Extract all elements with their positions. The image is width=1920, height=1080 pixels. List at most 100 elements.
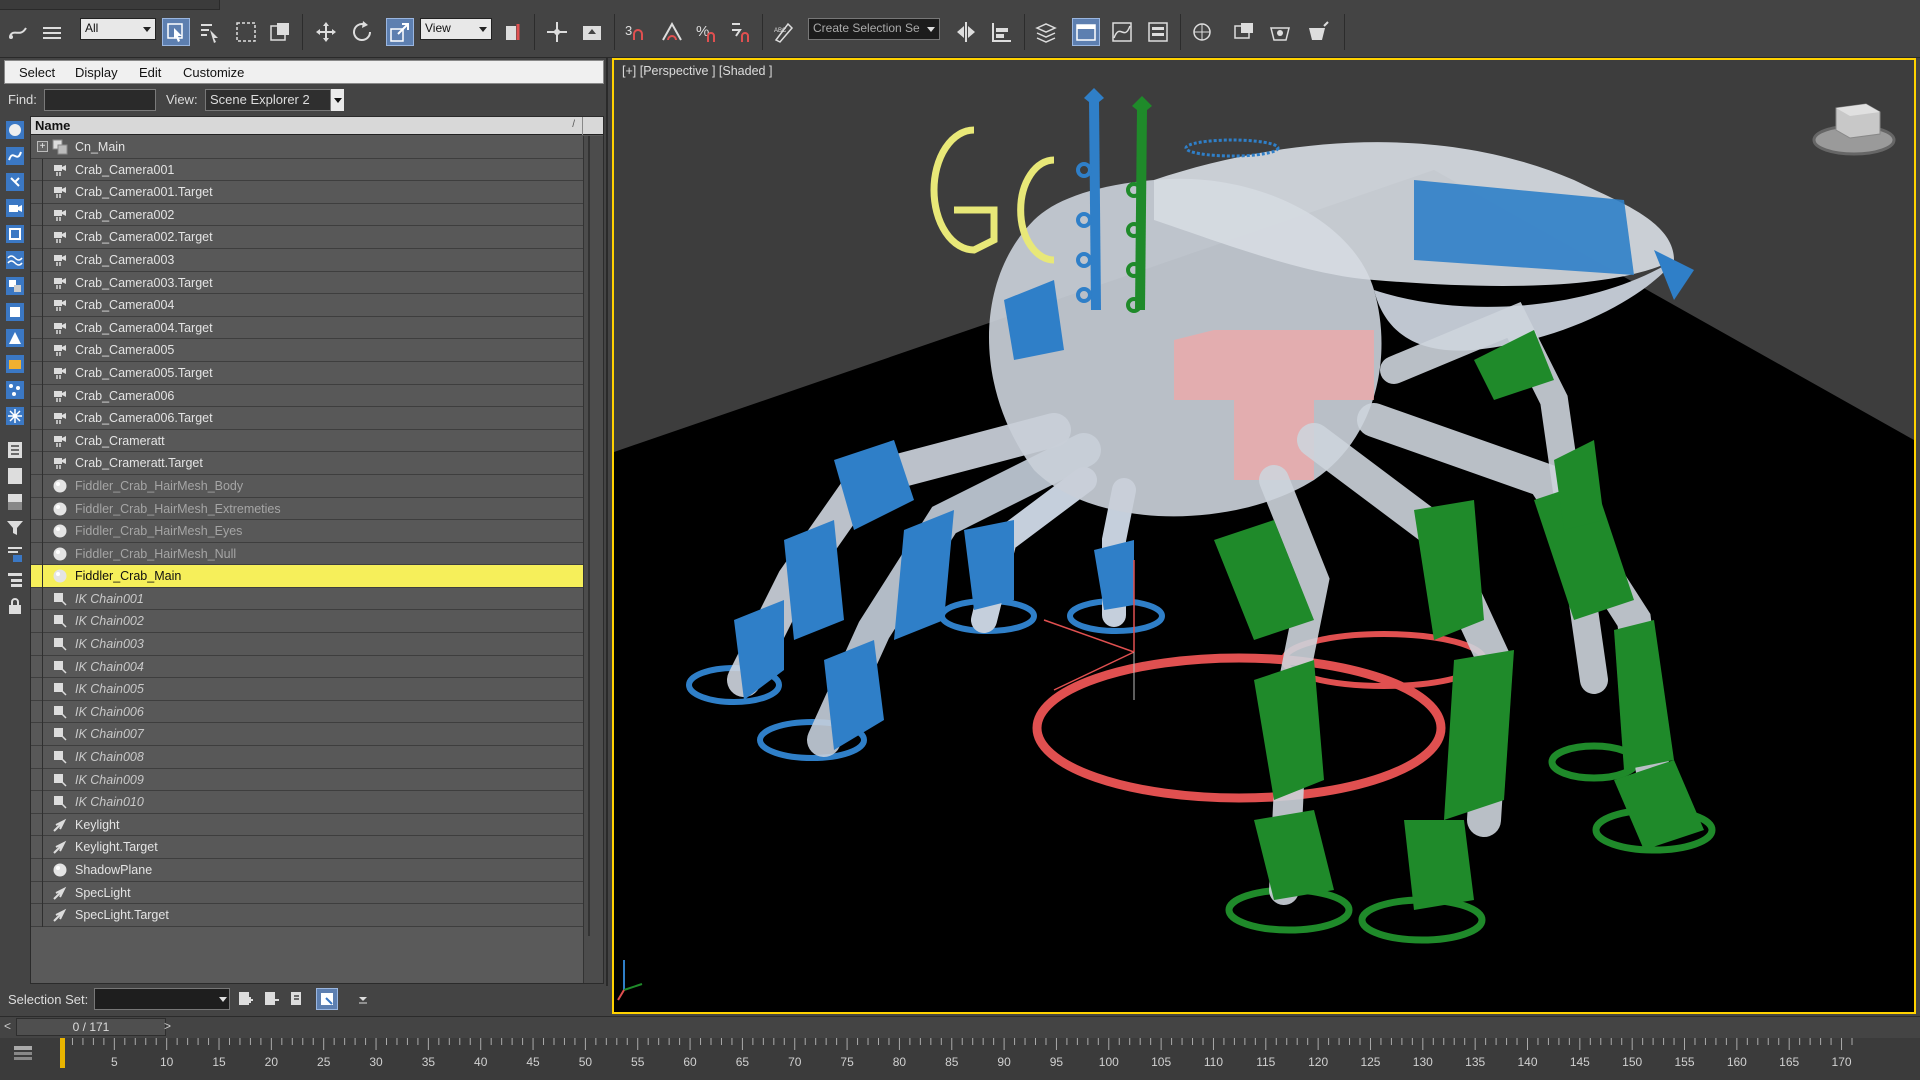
table-row[interactable]: + Cn_Main <box>31 136 584 159</box>
table-row[interactable]: SpecLight <box>31 881 584 905</box>
display-xrefs-icon[interactable] <box>3 300 27 324</box>
expand-toggle-icon[interactable]: + <box>37 141 48 152</box>
snaps-toggle-icon[interactable]: 3 <box>622 18 650 46</box>
selection-filter-select[interactable]: All <box>80 18 156 40</box>
display-space-warps-icon[interactable] <box>3 248 27 272</box>
window-crossing-icon[interactable] <box>266 18 294 46</box>
material-editor-icon[interactable] <box>1188 18 1216 46</box>
table-row[interactable]: ShadowPlane <box>31 859 584 882</box>
filter-icon[interactable] <box>3 516 27 540</box>
table-row[interactable]: Crab_Camera004 <box>31 294 584 318</box>
table-row[interactable]: Crab_Camera005 <box>31 339 584 363</box>
table-row[interactable]: IK Chain010 <box>31 791 584 815</box>
display-containers-icon[interactable] <box>3 352 27 376</box>
table-row[interactable]: IK Chain001 <box>31 587 584 611</box>
table-row[interactable]: IK Chain009 <box>31 768 584 792</box>
table-row[interactable]: Fiddler_Crab_Main <box>31 565 584 589</box>
selection-set-select[interactable] <box>94 988 230 1010</box>
move-icon[interactable] <box>312 18 340 46</box>
display-shapes-icon[interactable] <box>3 144 27 168</box>
table-row[interactable]: Fiddler_Crab_HairMesh_Body <box>31 474 584 498</box>
select-object-icon[interactable] <box>162 18 190 46</box>
display-bones-icon[interactable] <box>3 326 27 350</box>
angle-snap-icon[interactable] <box>658 18 686 46</box>
rendered-frame-window-icon[interactable] <box>1266 18 1294 46</box>
select-from-set-icon[interactable] <box>286 988 308 1010</box>
table-row[interactable]: Fiddler_Crab_HairMesh_Null <box>31 542 584 566</box>
keyboard-shortcut-override-icon[interactable] <box>578 18 606 46</box>
table-row[interactable]: SpecLight.Target <box>31 904 584 928</box>
named-selection-select[interactable]: Create Selection Se <box>808 18 940 40</box>
scale-icon[interactable] <box>386 18 414 46</box>
table-row[interactable]: Crab_Camera003 <box>31 248 584 272</box>
scene-explorer-toggle-icon[interactable] <box>1072 18 1100 46</box>
menu-display[interactable]: Display <box>75 65 118 80</box>
viewport-label[interactable]: [+] [Perspective ] [Shaded ] <box>622 64 772 78</box>
explorer-view-select[interactable]: Scene Explorer 2 <box>205 89 344 111</box>
track-bar[interactable]: 5 10 15 20 25 30 35 40 45 50 55 60 65 70 75 80 85 90 95 100… <box>0 1038 1920 1080</box>
rectangular-selection-icon[interactable] <box>232 18 260 46</box>
pivot-center-icon[interactable] <box>500 18 528 46</box>
render-setup-icon[interactable] <box>1230 18 1258 46</box>
table-row[interactable]: Crab_Camera002.Target <box>31 226 584 250</box>
menu-select[interactable]: Select <box>19 65 55 80</box>
menu-customize[interactable]: Customize <box>183 65 244 80</box>
table-row[interactable]: Fiddler_Crab_HairMesh_Extremeties <box>31 497 584 521</box>
mirror-icon[interactable] <box>952 18 980 46</box>
table-row[interactable]: Keylight <box>31 813 584 837</box>
display-frozen-icon[interactable] <box>3 404 27 428</box>
time-slider[interactable]: 0 / 171 <box>16 1018 166 1036</box>
curve-editor-icon[interactable] <box>1108 18 1136 46</box>
chevron-down-icon[interactable] <box>330 89 344 111</box>
rotate-icon[interactable] <box>348 18 376 46</box>
display-children-icon[interactable] <box>3 568 27 592</box>
table-row[interactable]: Crab_Camera006 <box>31 384 584 408</box>
next-frame-button[interactable]: > <box>164 1019 171 1033</box>
table-row[interactable]: Crab_Camera004.Target <box>31 316 584 340</box>
schematic-view-icon[interactable] <box>1144 18 1172 46</box>
table-row[interactable]: Keylight.Target <box>31 836 584 860</box>
table-row[interactable]: IK Chain005 <box>31 678 584 702</box>
explorer-highlight-icon[interactable] <box>316 988 338 1010</box>
table-row[interactable]: IK Chain004 <box>31 655 584 679</box>
display-all-icon[interactable] <box>3 438 27 462</box>
menu-edit[interactable]: Edit <box>139 65 161 80</box>
table-row[interactable]: Crab_Camera005.Target <box>31 361 584 385</box>
select-and-manipulate-icon[interactable] <box>543 18 571 46</box>
display-helpers-icon[interactable] <box>3 222 27 246</box>
layer-manager-icon[interactable] <box>1032 18 1060 46</box>
display-cameras-icon[interactable] <box>3 196 27 220</box>
edit-named-selection-icon[interactable]: ABC <box>770 18 798 46</box>
options-chevron-icon[interactable] <box>352 988 374 1010</box>
add-selection-set-icon[interactable] <box>234 988 256 1010</box>
table-row[interactable]: Crab_Crameratt.Target <box>31 452 584 476</box>
table-row[interactable]: Crab_Camera002 <box>31 203 584 227</box>
table-row[interactable]: IK Chain003 <box>31 633 584 657</box>
table-row[interactable]: Fiddler_Crab_HairMesh_Eyes <box>31 520 584 544</box>
unlink-selection-icon[interactable] <box>38 18 66 46</box>
table-row[interactable]: IK Chain008 <box>31 746 584 770</box>
table-row[interactable]: IK Chain002 <box>31 610 584 634</box>
select-and-link-icon[interactable] <box>4 18 32 46</box>
invert-display-icon[interactable] <box>3 490 27 514</box>
sync-selection-icon[interactable] <box>3 542 27 566</box>
percent-snap-icon[interactable]: % <box>692 18 720 46</box>
frame-ruler[interactable]: 5 10 15 20 25 30 35 40 45 50 55 60 65 70 75 80 85 90 95 100… <box>60 1038 1860 1080</box>
table-row[interactable]: IK Chain007 <box>31 723 584 747</box>
perspective-viewport[interactable]: [+] [Perspective ] [Shaded ] <box>612 58 1916 1014</box>
select-by-name-icon[interactable] <box>196 18 224 46</box>
previous-frame-button[interactable]: < <box>4 1019 11 1033</box>
display-none-icon[interactable] <box>3 464 27 488</box>
find-input[interactable] <box>44 89 156 111</box>
track-bar-settings-icon[interactable] <box>12 1042 34 1064</box>
table-row[interactable]: Crab_Crameratt <box>31 429 584 453</box>
lock-icon[interactable] <box>3 594 27 618</box>
display-geometry-icon[interactable] <box>3 118 27 142</box>
table-row[interactable]: Crab_Camera001.Target <box>31 181 584 205</box>
display-lights-icon[interactable] <box>3 170 27 194</box>
display-groups-icon[interactable] <box>3 274 27 298</box>
align-icon[interactable] <box>988 18 1016 46</box>
list-column-header[interactable]: Name / <box>31 117 603 135</box>
table-row[interactable]: IK Chain006 <box>31 700 584 724</box>
table-row[interactable]: Crab_Camera003.Target <box>31 271 584 295</box>
